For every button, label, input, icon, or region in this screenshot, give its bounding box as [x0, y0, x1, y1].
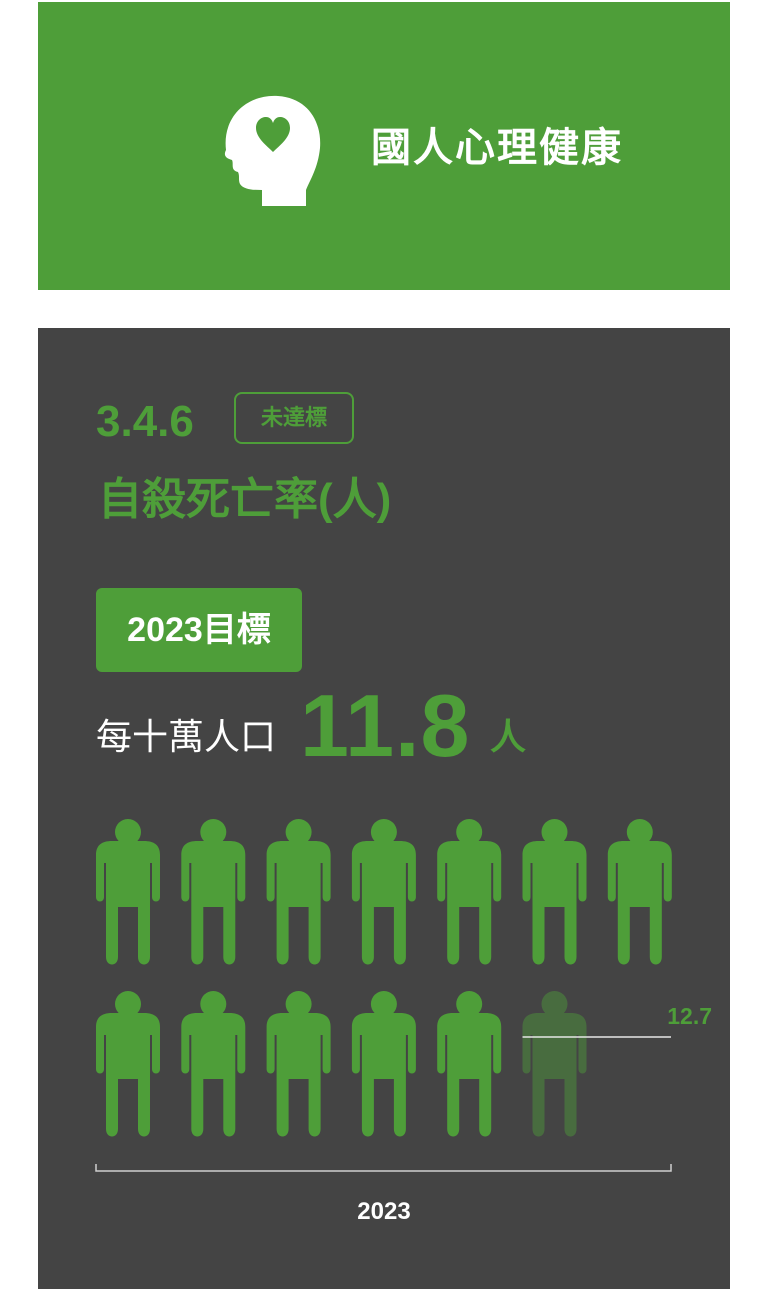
person-icon: [266, 991, 331, 1137]
year-axis: [95, 1164, 672, 1172]
person-icon: [437, 991, 502, 1137]
person-icon: [607, 819, 672, 965]
person-icon: [522, 991, 587, 1137]
person-icon: [181, 991, 246, 1137]
year-label: 2023: [357, 1198, 411, 1225]
page-title: 國人心理健康: [371, 126, 623, 170]
person-icon: [96, 991, 160, 1137]
person-icon: [351, 819, 416, 965]
person-icon: [437, 819, 502, 965]
person-icon: [266, 819, 331, 965]
person-icon: [181, 819, 246, 965]
topic-header: 國人心理健康: [38, 2, 730, 290]
actual-value-label: 12.7: [667, 1003, 712, 1029]
person-pictogram: [95, 819, 672, 1172]
head-heart-icon: [224, 95, 321, 206]
person-icon: [96, 819, 160, 965]
person-icon: [522, 819, 587, 965]
indicator-panel: 3.4.6 未達標 自殺死亡率(人) 2023目標 每十萬人口 11.8 人 1…: [38, 328, 730, 1289]
person-icon: [351, 991, 416, 1137]
